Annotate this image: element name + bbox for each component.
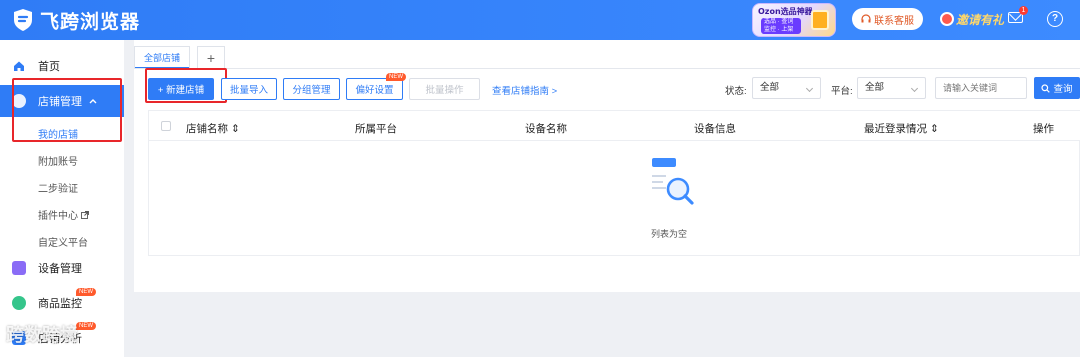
keyword-search-input[interactable] <box>935 77 1027 99</box>
contact-support-button[interactable]: 联系客服 <box>852 8 923 30</box>
new-badge: NEW <box>386 73 406 81</box>
empty-list-icon <box>652 158 694 205</box>
sidebar-item-device-management[interactable]: 设备管理 <box>0 252 124 284</box>
batch-operations-label: 批量操作 <box>425 85 464 96</box>
table-header: 店铺名称 ⇕ 所属平台 设备名称 设备信息 最近登录情况 ⇕ 操作 <box>149 111 1080 141</box>
ozon-promo-line2: 监控 · 上架 <box>764 27 794 33</box>
ozon-promo-line1: 选品 · 查词 <box>764 19 794 25</box>
platform-filter-label: 平台: <box>831 86 853 97</box>
new-badge: NEW <box>76 322 96 330</box>
preference-settings-button[interactable]: 偏好设置 <box>346 78 403 100</box>
tab-all-stores[interactable]: 全部店铺 <box>134 46 190 69</box>
sidebar-item-goods-monitor[interactable]: 商品监控 NEW <box>0 287 124 319</box>
search-button[interactable]: 查询 <box>1034 77 1080 99</box>
gift-box-icon <box>811 10 829 30</box>
chevron-down-icon <box>910 84 919 93</box>
column-header-store-name[interactable]: 店铺名称 ⇕ <box>186 121 240 136</box>
sidebar-item-label: 设备管理 <box>38 263 82 275</box>
ozon-promo-banner[interactable]: Ozon选品神器 选品 · 查词 监控 · 上架 <box>752 3 836 37</box>
chevron-down-icon <box>805 84 814 93</box>
mail-count-badge: 1 <box>1019 6 1028 15</box>
platform-filter-value: 全部 <box>865 82 885 93</box>
external-link-icon <box>80 211 89 219</box>
column-header-actions: 操作 <box>1033 123 1054 135</box>
search-icon <box>1041 83 1051 93</box>
home-icon <box>14 61 24 71</box>
store-guide-link[interactable]: 查看店铺指南 > <box>492 83 557 97</box>
platform-filter-select[interactable]: 全部 <box>857 77 926 99</box>
batch-import-button[interactable]: 批量导入 <box>221 78 277 100</box>
watermark: 跨数跨境 <box>6 321 78 347</box>
contact-support-label: 联系客服 <box>874 15 914 27</box>
status-filter-select[interactable]: 全部 <box>752 77 821 99</box>
help-icon[interactable]: ? <box>1047 11 1063 27</box>
invite-reward-link[interactable]: 邀请有礼 <box>940 9 1004 29</box>
highlight-box-new-store <box>145 68 227 103</box>
sidebar-item-label: 商品监控 <box>38 298 82 310</box>
top-bar: 飞跨浏览器 Ozon选品神器 选品 · 查词 监控 · 上架 联系客服 邀请有礼 … <box>0 0 1080 40</box>
column-header-platform: 所属平台 <box>355 123 397 135</box>
column-header-last-login[interactable]: 最近登录情况 ⇕ <box>864 121 939 136</box>
app-logo: 飞跨浏览器 <box>12 7 140 33</box>
app-title: 飞跨浏览器 <box>40 10 141 33</box>
column-header-device-info: 设备信息 <box>694 123 736 135</box>
monitor-icon <box>12 296 26 310</box>
ozon-promo-title: Ozon选品神器 <box>758 7 813 16</box>
headset-icon <box>861 14 871 23</box>
sidebar-subitem-custom-platform[interactable]: 自定义平台 <box>38 234 88 249</box>
invite-reward-label: 邀请有礼 <box>956 12 1005 27</box>
highlight-box-sidebar <box>12 78 122 142</box>
new-badge: NEW <box>76 288 96 296</box>
sidebar-subitem-plugin-center[interactable]: 插件中心 <box>38 207 89 222</box>
sidebar-subitem-label: 插件中心 <box>38 211 78 222</box>
status-filter-label: 状态: <box>725 86 747 97</box>
column-header-device-name: 设备名称 <box>525 123 567 135</box>
batch-operations-dropdown[interactable]: 批量操作 <box>409 78 480 100</box>
select-all-checkbox[interactable] <box>161 121 171 131</box>
tab-divider <box>134 68 1080 69</box>
search-button-label: 查询 <box>1053 84 1073 95</box>
empty-list-text: 列表为空 <box>651 229 688 239</box>
sidebar-item-label: 首页 <box>38 61 60 73</box>
sidebar-subitem-two-step-verify[interactable]: 二步验证 <box>38 180 78 195</box>
device-icon <box>12 261 26 275</box>
red-packet-icon <box>940 12 954 26</box>
watermark-text: 跨数跨境 <box>6 325 78 345</box>
add-tab-button[interactable]: + <box>197 46 225 68</box>
store-table: 店铺名称 ⇕ 所属平台 设备名称 设备信息 最近登录情况 ⇕ 操作 <box>148 110 1080 256</box>
ozon-promo-tags: 选品 · 查词 监控 · 上架 <box>761 18 801 34</box>
group-management-button[interactable]: 分组管理 <box>283 78 340 100</box>
status-filter-value: 全部 <box>760 82 780 93</box>
sidebar-subitem-extra-accounts[interactable]: 附加账号 <box>38 153 78 168</box>
shield-logo-icon <box>12 8 34 32</box>
